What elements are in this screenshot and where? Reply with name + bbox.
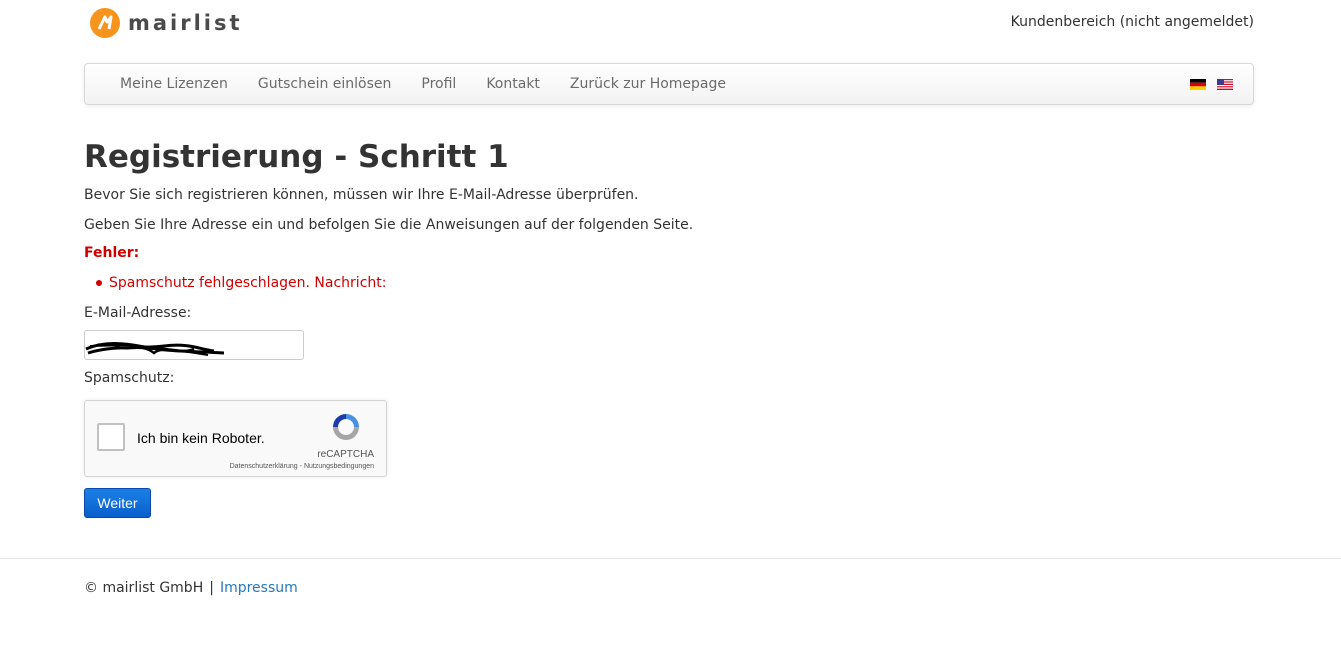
impressum-link[interactable]: Impressum (220, 580, 298, 596)
email-input[interactable] (84, 330, 304, 360)
bullet-icon (96, 280, 102, 286)
mairlist-logo-icon (90, 8, 120, 38)
copyright-text: © mairlist GmbH (84, 580, 204, 596)
nav-item-homepage[interactable]: Zurück zur Homepage (555, 64, 741, 104)
nav-menu: Meine Lizenzen Gutschein einlösen Profil… (105, 64, 741, 104)
account-area-link[interactable]: Kundenbereich (nicht angemeldet) (1011, 14, 1254, 30)
email-label: E-Mail-Adresse: (84, 305, 192, 321)
brand-name: mairlist (128, 11, 243, 35)
footer-divider (0, 558, 1341, 559)
registration-form: Registrierung - Schritt 1 Bevor Sie sich… (84, 130, 1254, 518)
nav-item-profile[interactable]: Profil (406, 64, 471, 104)
recaptcha-label: Ich bin kein Roboter. (137, 430, 265, 446)
footer-separator: | (209, 580, 214, 596)
recaptcha-terms-link[interactable]: Nutzungsbedingungen (304, 463, 374, 470)
nav-item-contact[interactable]: Kontakt (471, 64, 555, 104)
error-list-item: Spamschutz fehlgeschlagen. Nachricht: (96, 275, 386, 291)
main-navbar: Meine Lizenzen Gutschein einlösen Profil… (84, 63, 1254, 105)
error-heading: Fehler: (84, 245, 140, 261)
intro-text-2: Geben Sie Ihre Adresse ein und befolgen … (84, 217, 694, 233)
brand-logo[interactable]: mairlist (90, 8, 243, 38)
recaptcha-brand: reCAPTCHA (317, 449, 374, 460)
recaptcha-checkbox[interactable] (97, 423, 125, 451)
flag-de-icon[interactable] (1190, 79, 1206, 90)
recaptcha-links: Datenschutzerklärung - Nutzungsbedingung… (230, 463, 374, 470)
continue-button[interactable]: Weiter (84, 488, 151, 518)
nav-item-licenses[interactable]: Meine Lizenzen (105, 64, 243, 104)
nav-item-redeem-voucher[interactable]: Gutschein einlösen (243, 64, 407, 104)
recaptcha-widget: Ich bin kein Roboter. reCAPTCHA Datensch… (84, 400, 387, 477)
recaptcha-logo-icon (333, 414, 359, 440)
language-switcher (1190, 79, 1233, 90)
flag-us-icon[interactable] (1217, 79, 1233, 90)
spam-protection-label: Spamschutz: (84, 370, 175, 386)
site-header: mairlist Kundenbereich (nicht angemeldet… (84, 0, 1254, 52)
recaptcha-privacy-link[interactable]: Datenschutzerklärung (230, 463, 298, 470)
intro-text-1: Bevor Sie sich registrieren können, müss… (84, 187, 639, 203)
page-title: Registrierung - Schritt 1 (84, 139, 509, 175)
error-message: Spamschutz fehlgeschlagen. Nachricht: (109, 275, 387, 291)
site-footer: © mairlist GmbH | Impressum (84, 580, 1254, 596)
